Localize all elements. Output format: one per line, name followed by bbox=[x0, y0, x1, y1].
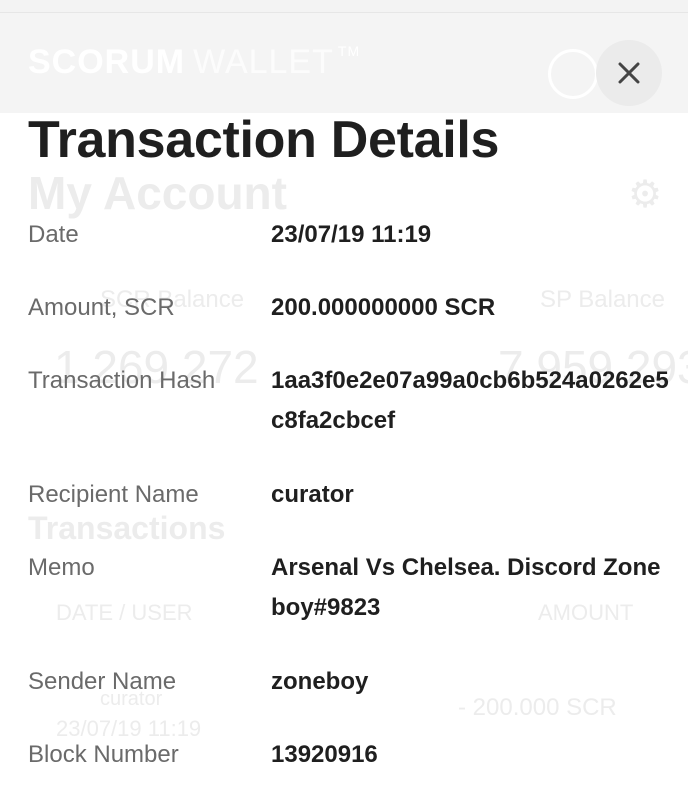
close-icon bbox=[618, 62, 640, 84]
amount-label: Amount, SCR bbox=[28, 294, 175, 321]
transaction-hash-value: 1aa3f0e2e07a99a0cb6b524a0262e5c8fa2cbcef bbox=[271, 367, 669, 434]
recipient-name-label: Recipient Name bbox=[28, 481, 199, 508]
modal-title: Transaction Details bbox=[28, 111, 500, 169]
memo-value: Arsenal Vs Chelsea. Discord Zoneboy#9823 bbox=[271, 554, 661, 621]
transaction-hash-label: Transaction Hash bbox=[28, 367, 216, 394]
memo-label: Memo bbox=[28, 554, 95, 581]
close-button[interactable] bbox=[596, 40, 662, 106]
recipient-name-value: curator bbox=[271, 481, 354, 508]
sender-name-value: zoneboy bbox=[271, 668, 369, 695]
date-value: 23/07/19 11:19 bbox=[271, 221, 432, 248]
block-number-value: 13920916 bbox=[271, 741, 378, 768]
block-number-label: Block Number bbox=[28, 741, 179, 768]
transaction-details-modal: Transaction Details Date 23/07/19 11:19 … bbox=[0, 0, 688, 800]
amount-value: 200.000000000 SCR bbox=[271, 294, 496, 321]
sender-name-label: Sender Name bbox=[28, 668, 177, 695]
date-label: Date bbox=[28, 221, 79, 248]
